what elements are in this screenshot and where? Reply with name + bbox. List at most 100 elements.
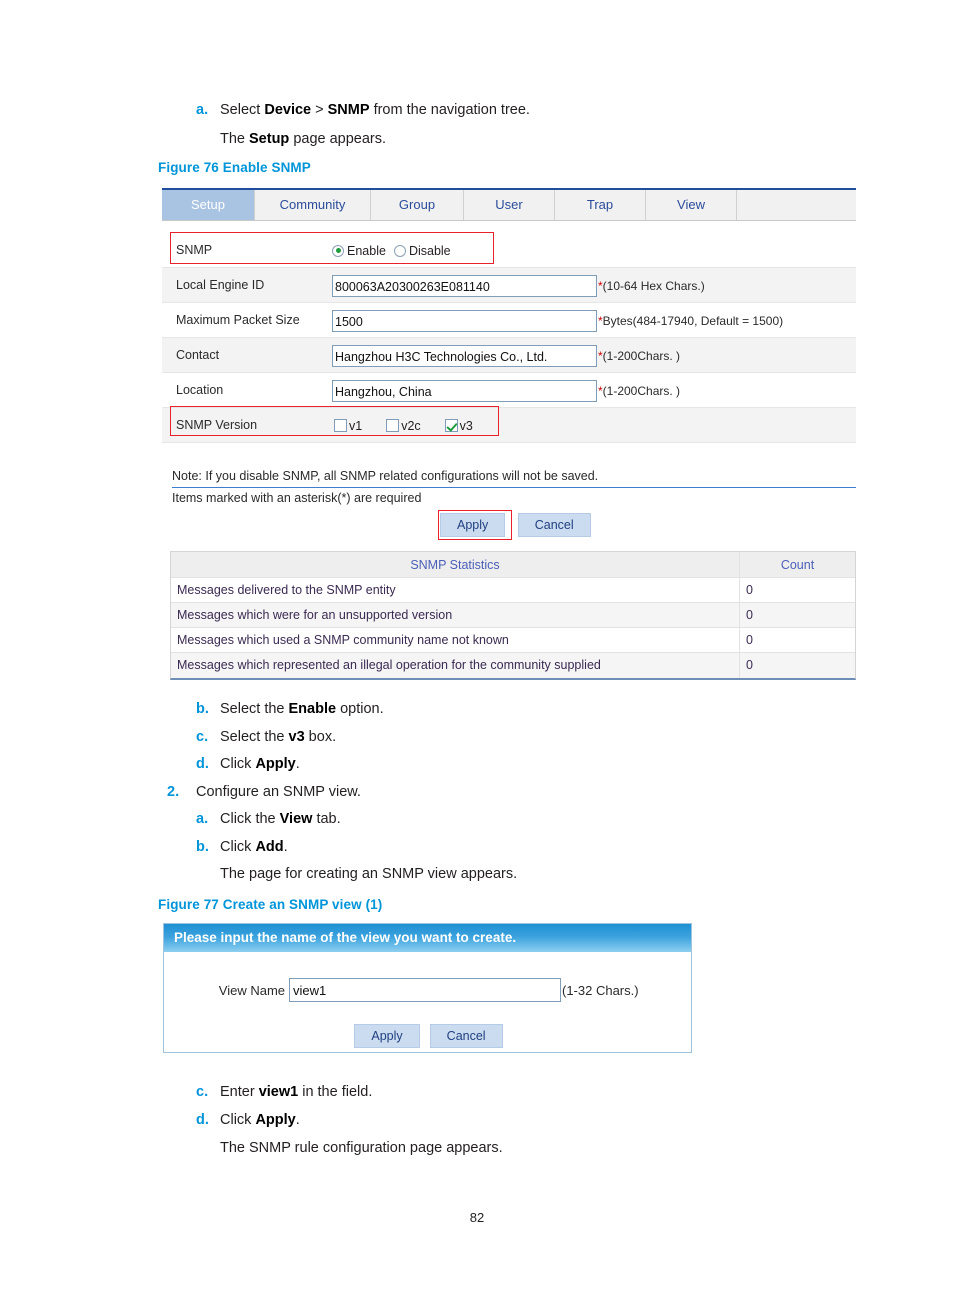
cancel-button[interactable]: Cancel [517,513,591,537]
snmp-version-checkbox-group[interactable]: v1 v2c v3 [334,408,497,443]
dialog-title: Please input the name of the view you wa… [164,924,691,952]
local-engine-id-hint: *(10-64 Hex Chars.) [598,278,705,293]
dialog-apply-button[interactable]: Apply [354,1024,420,1048]
view-name-label: View Name [218,982,285,998]
stat-count: 0 [746,633,753,647]
checkbox-v3[interactable]: v3 [444,418,497,433]
checkbox-v3-icon[interactable] [444,419,458,432]
snmp-setup-form: SNMP Enable Disable Local Engine ID 8000… [162,233,856,443]
form-actions: Apply Cancel [440,513,591,537]
form-row-location: Location Hangzhou, China *(1-200Chars. ) [162,373,856,408]
step-text: Configure an SNMP view. [196,784,361,800]
radio-enable-icon[interactable] [332,244,344,257]
tab-view[interactable]: View [646,190,737,220]
local-engine-id-input[interactable]: 800063A20300263E081140 [332,274,597,297]
maximum-packet-size-control: 1500 *Bytes(484-17940, Default = 1500) [332,303,783,338]
maximum-packet-size-label: Maximum Packet Size [176,313,300,327]
location-control: Hangzhou, China *(1-200Chars. ) [332,373,680,408]
table-row: Messages which used a SNMP community nam… [171,628,855,653]
checkbox-v2c-label: v2c [401,418,421,433]
step-marker: b. [196,701,209,717]
column-header-snmp-statistics: SNMP Statistics [171,552,740,577]
step-a-select-device: a. Select Device > SNMP from the navigati… [196,101,530,121]
stat-description: Messages delivered to the SNMP entity [171,578,740,602]
checkbox-v3-label: v3 [459,418,473,433]
stat-description: Messages which represented an illegal op… [171,653,740,678]
step-marker: 2. [167,784,180,800]
step-marker: a. [196,811,209,827]
step-text: The page for creating an SNMP view appea… [220,866,518,882]
step-marker: a. [196,102,209,118]
apply-button[interactable]: Apply [440,513,506,537]
stat-description: Messages which were for an unsupported v… [171,603,740,627]
radio-enable-label: Enable [347,243,386,258]
contact-label: Contact [176,348,220,362]
contact-hint: *(1-200Chars. ) [598,348,681,363]
dialog-body: View Name view1 (1-32 Chars.) Apply Canc… [164,952,691,1052]
radio-enable[interactable]: Enable [332,244,394,258]
contact-input[interactable]: Hangzhou H3C Technologies Co., Ltd. [332,344,597,367]
tab-community[interactable]: Community [255,190,371,220]
maximum-packet-size-input[interactable]: 1500 [332,309,597,332]
form-row-snmp-version: SNMP Version v1 v2c v3 [162,408,856,443]
step-2-configure-snmp-view: 2. Configure an SNMP view. [167,783,361,803]
step-marker: d. [196,756,209,772]
step-snmp-rule-page-appears: The SNMP rule configuration page appears… [220,1139,503,1159]
note-divider [172,487,856,488]
snmp-radio-group[interactable]: Enable Disable [332,233,459,268]
maximum-packet-size-hint: *Bytes(484-17940, Default = 1500) [598,313,784,328]
checkbox-v2c[interactable]: v2c [386,419,444,433]
tab-user[interactable]: User [464,190,555,220]
step-text: The SNMP rule configuration page appears… [220,1140,503,1156]
checkbox-v1-icon[interactable] [334,419,347,432]
figure-76-caption: Figure 76 Enable SNMP [158,160,311,175]
snmp-statistics-table: SNMP Statistics Count Messages delivered… [170,551,856,680]
figure-77-create-snmp-view-dialog: Please input the name of the view you wa… [163,923,692,1053]
checkbox-v1[interactable]: v1 [334,419,386,433]
tab-group[interactable]: Group [371,190,464,220]
stat-count: 0 [746,608,753,622]
step-setup-page-appears: The Setup page appears. [220,130,386,150]
local-engine-id-label: Local Engine ID [176,278,265,292]
form-row-contact: Contact Hangzhou H3C Technologies Co., L… [162,338,856,373]
local-engine-id-control: 800063A20300263E081140 *(10-64 Hex Chars… [332,268,705,303]
step-d-click-apply: d. Click Apply. [196,755,300,775]
step-a-click-view-tab: a. Click the View tab. [196,810,341,830]
step-text: Click Apply. [220,756,300,772]
checkbox-v2c-icon[interactable] [386,419,400,432]
location-input[interactable]: Hangzhou, China [332,379,597,402]
tab-trap[interactable]: Trap [555,190,646,220]
radio-disable[interactable]: Disable [393,244,459,258]
step-marker: c. [196,1084,209,1100]
dialog-cancel-button[interactable]: Cancel [429,1024,503,1048]
radio-disable-icon[interactable] [393,244,406,257]
form-row-local-engine-id: Local Engine ID 800063A20300263E081140 *… [162,268,856,303]
view-name-hint: (1-32 Chars.) [562,982,639,998]
form-row-maximum-packet-size: Maximum Packet Size 1500 *Bytes(484-1794… [162,303,856,338]
step-c-enter-view1: c. Enter view1 in the field. [196,1083,372,1103]
location-label: Location [176,383,224,397]
stat-count: 0 [746,658,753,672]
figure-76-snmp-setup-screenshot: Setup Community Group User Trap View SNM… [162,188,856,680]
dialog-actions: Apply Cancel [164,1024,693,1048]
checkbox-v1-label: v1 [349,418,363,433]
location-hint: *(1-200Chars. ) [598,383,681,398]
step-b-click-add: b. Click Add. [196,838,288,858]
table-row: Messages which were for an unsupported v… [171,603,855,628]
note-asterisk-required: Items marked with an asterisk(*) are req… [172,491,422,505]
step-text: The Setup page appears. [220,131,387,147]
table-row: Messages which represented an illegal op… [171,653,855,678]
tab-setup[interactable]: Setup [162,190,255,220]
tab-bar: Setup Community Group User Trap View [162,190,856,221]
view-name-input[interactable]: view1 [289,978,561,1002]
snmp-label: SNMP [176,243,213,257]
step-text: Select Device > SNMP from the navigation… [220,102,530,118]
view-name-field-row: View Name view1 (1-32 Chars.) [164,978,693,1002]
snmp-version-label: SNMP Version [176,418,258,432]
step-marker: d. [196,1112,209,1128]
table-header-row: SNMP Statistics Count [171,552,855,578]
table-row: Messages delivered to the SNMP entity 0 [171,578,855,603]
page-number: 82 [469,1210,485,1225]
figure-77-caption: Figure 77 Create an SNMP view (1) [158,897,383,912]
step-text: Select the v3 box. [220,729,337,745]
